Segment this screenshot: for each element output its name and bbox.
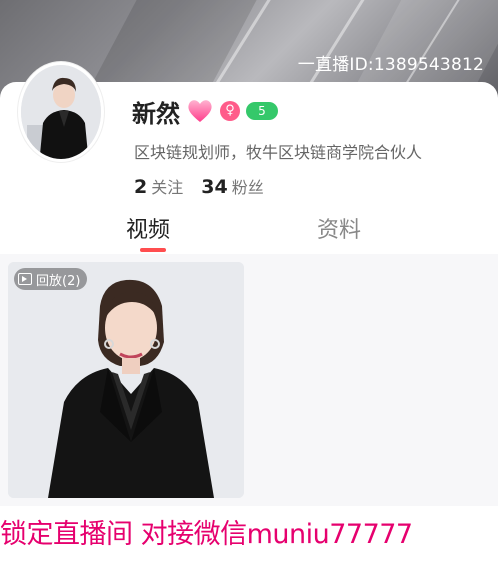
followers-label[interactable]: 粉丝 [232, 174, 264, 198]
replay-label: 回放(2) [36, 273, 81, 289]
replay-icon [18, 273, 32, 285]
tab-profile-info[interactable]: 资料 [317, 212, 361, 244]
video-grid: 回放(2) [0, 254, 498, 506]
tab-videos[interactable]: 视频 [126, 212, 170, 244]
profile-screen: 一直播ID:1389543812 新然 ♀ 5 区块链规划师，牧牛区块链商学院合… [0, 0, 498, 584]
promo-caption: 锁定直播间 对接微信muniu77777 [0, 519, 413, 550]
heart-icon [188, 100, 212, 122]
replay-badge: 回放(2) [14, 268, 88, 290]
level-badge: 5 [246, 102, 278, 120]
name-row: 新然 ♀ 5 [132, 96, 278, 128]
live-id: 一直播ID:1389543812 [297, 55, 484, 75]
tab-indicator [140, 248, 166, 252]
user-name: 新然 [132, 99, 180, 128]
following-label[interactable]: 关注 [151, 174, 183, 198]
followers-count[interactable]: 34 [201, 176, 227, 198]
video-thumbnail [8, 262, 244, 498]
video-card[interactable]: 回放(2) [8, 262, 244, 498]
tab-bar: 视频 资料 [0, 208, 498, 254]
stats: 2 关注 34 粉丝 [134, 174, 278, 198]
female-icon: ♀ [220, 101, 240, 121]
following-count[interactable]: 2 [134, 176, 147, 198]
avatar[interactable] [18, 62, 104, 162]
bio: 区块链规划师，牧牛区块链商学院合伙人 [134, 143, 423, 162]
